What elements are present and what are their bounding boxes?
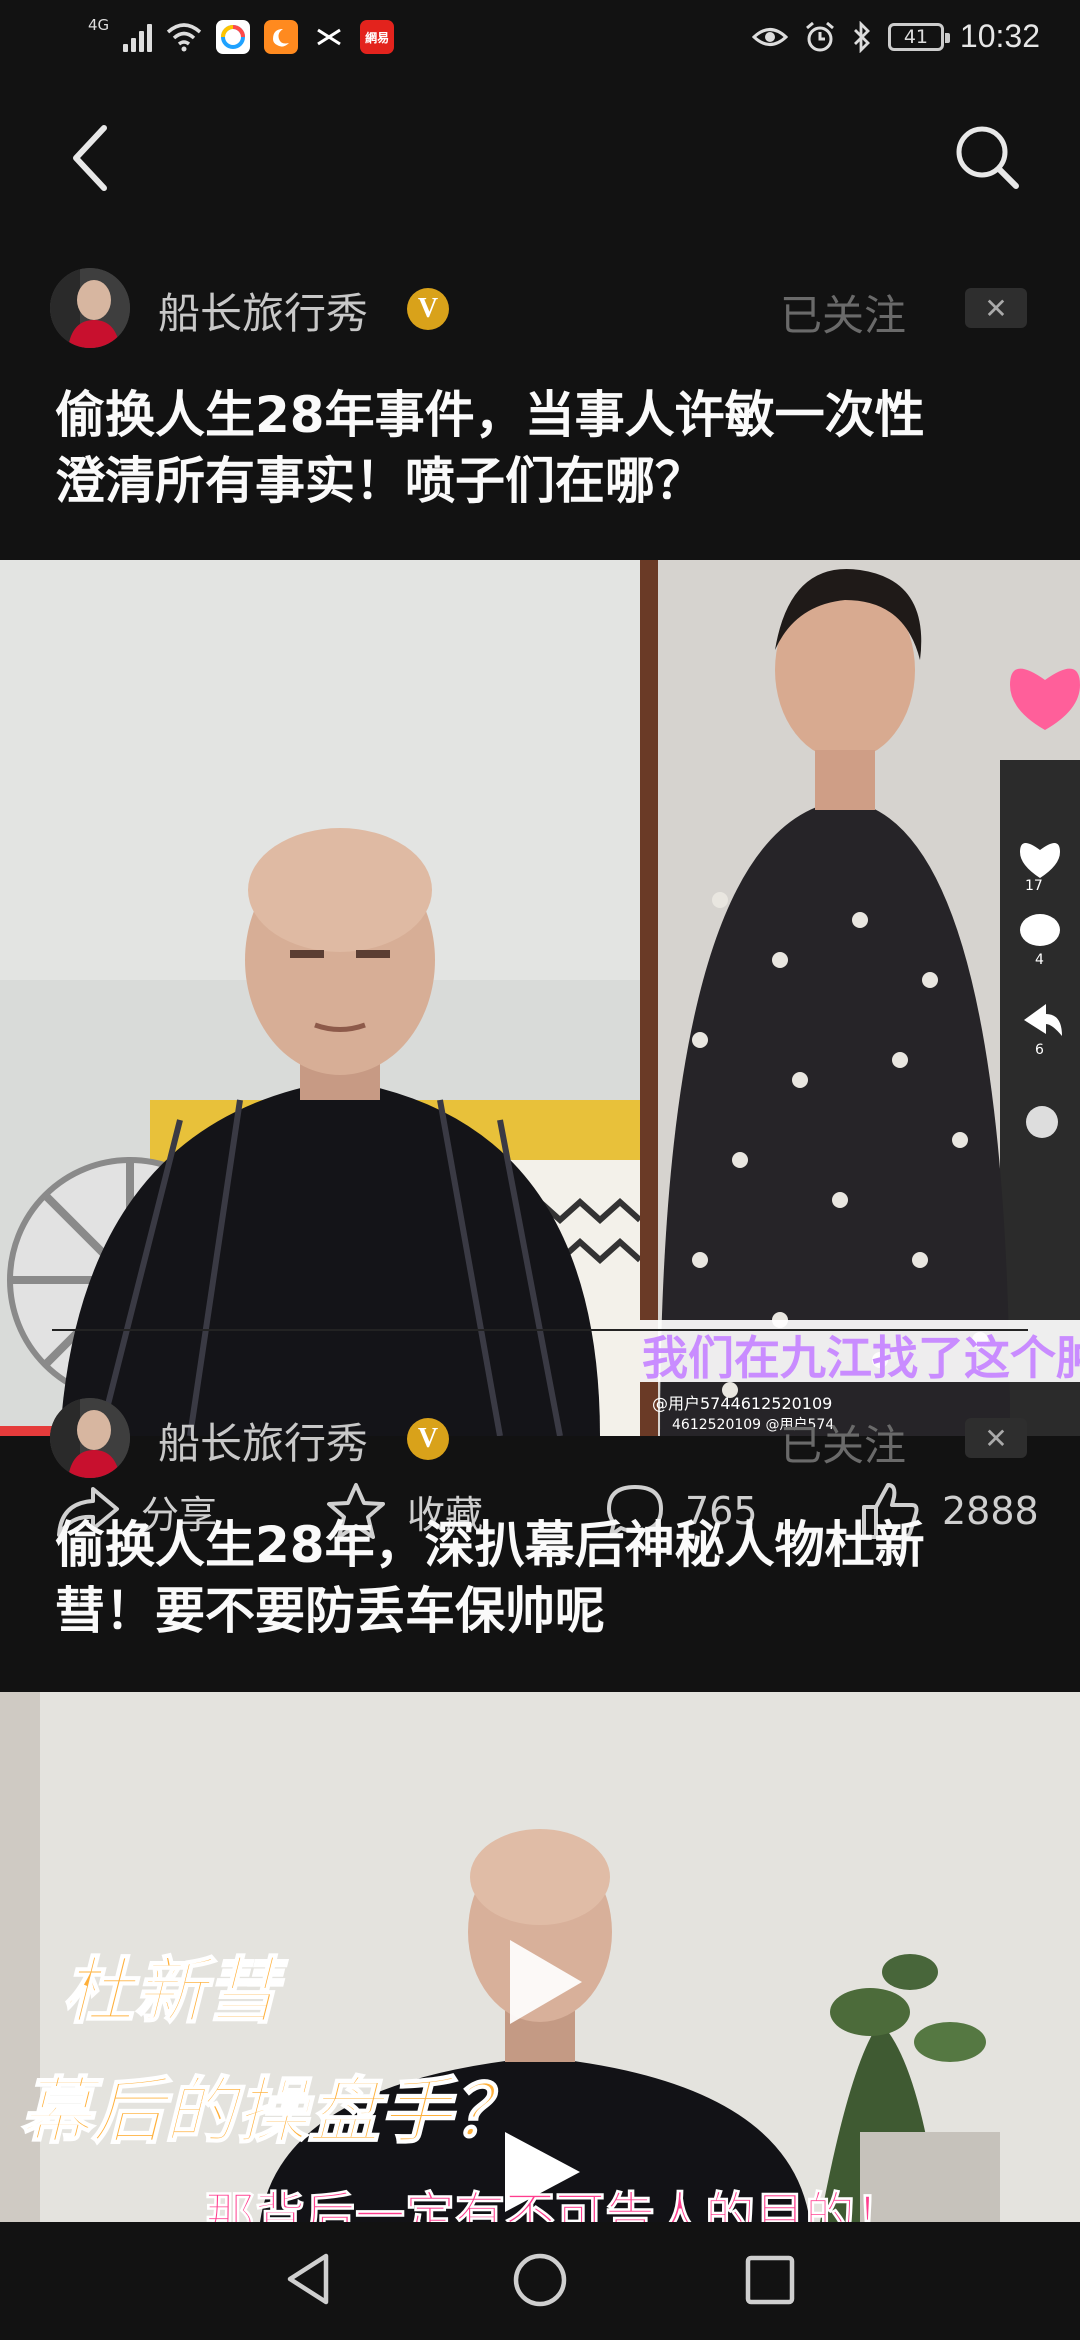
battery-icon: 41 [887,22,950,51]
avatar[interactable] [50,1398,130,1478]
author-name[interactable]: 船长旅行秀 [158,1410,368,1471]
battery-level: 41 [903,25,929,48]
clock: 10:32 [959,18,1040,54]
video-thumbnail[interactable]: 17 4 6 我们在九江找了这个肿 @用户5744612520109 46125… [0,560,1080,1436]
video-share-count: 6 [1035,1042,1044,1058]
avatar[interactable] [50,268,130,348]
author-name[interactable]: 船长旅行秀 [158,280,368,341]
post-title-line: 偷换人生28年事件，当事人许敏一次性 [55,386,925,444]
post-title-line: 澄清所有事实！喷子们在哪？ [55,452,705,510]
post-title-line: 偷换人生28年，深扒幕后神秘人物杜新 [55,1516,925,1574]
verified-badge: V [407,288,449,330]
post-title[interactable]: 偷换人生28年事件，当事人许敏一次性 澄清所有事实！喷子们在哪？ [55,382,1035,514]
eye-comfort-icon [751,27,788,46]
search-icon[interactable] [950,120,1022,192]
follow-status-button[interactable]: 已关注 [780,282,906,343]
wifi-icon [167,23,202,52]
signal-icon [123,22,153,52]
bluetooth-icon [853,20,870,53]
dismiss-button[interactable]: ✕ [965,288,1027,328]
netease-app-icon: 網易 [360,20,395,54]
play-icon[interactable] [500,1932,590,2032]
alarm-icon [805,21,834,51]
video-frame [0,560,1080,1436]
thumbnail-caption: 那背后一定有不可告人的目的！ [205,2187,906,2223]
divider [52,1329,1028,1331]
status-bar: 4G 網易 41 10:32 [0,0,1080,84]
post-title-line: 彗！要不要防丢车保帅呢 [55,1582,605,1640]
home-circle-icon[interactable] [512,2252,568,2308]
video-caption: 我们在九江找了这个肿 [642,1331,1080,1385]
system-navigation-bar [0,2222,1080,2340]
post-title[interactable]: 偷换人生28年，深扒幕后神秘人物杜新 彗！要不要防丢车保帅呢 [55,1512,1035,1644]
recents-square-icon[interactable] [744,2254,796,2306]
back-triangle-icon[interactable] [282,2250,334,2308]
video-thumbnail[interactable]: 杜新彗 幕后的操盘手？ 那背后一定有不可告人的目的！ [0,1692,1080,2222]
browser-app-icon [216,20,251,54]
dismiss-button[interactable]: ✕ [965,1418,1027,1458]
network-type: 4G [88,15,110,34]
status-left: 4G 網易 [88,15,395,54]
thumbnail-headline: 杜新彗 [61,1948,279,2034]
video-comment-count: 4 [1035,952,1044,968]
uc-browser-app-icon [264,20,299,54]
chevron-left-icon[interactable] [60,118,120,198]
verified-badge: V [407,1418,449,1460]
post-header: 船长旅行秀 V 已关注 ✕ [0,1398,1080,1478]
capcut-app-icon [312,20,347,54]
video-like-count: 17 [1025,878,1043,894]
status-right: 41 10:32 [751,18,1040,55]
thumbnail-subheadline: 幕后的操盘手？ [19,2068,525,2154]
post-header: 船长旅行秀 V 已关注 ✕ [0,268,1080,348]
follow-status-button[interactable]: 已关注 [780,1412,906,1473]
